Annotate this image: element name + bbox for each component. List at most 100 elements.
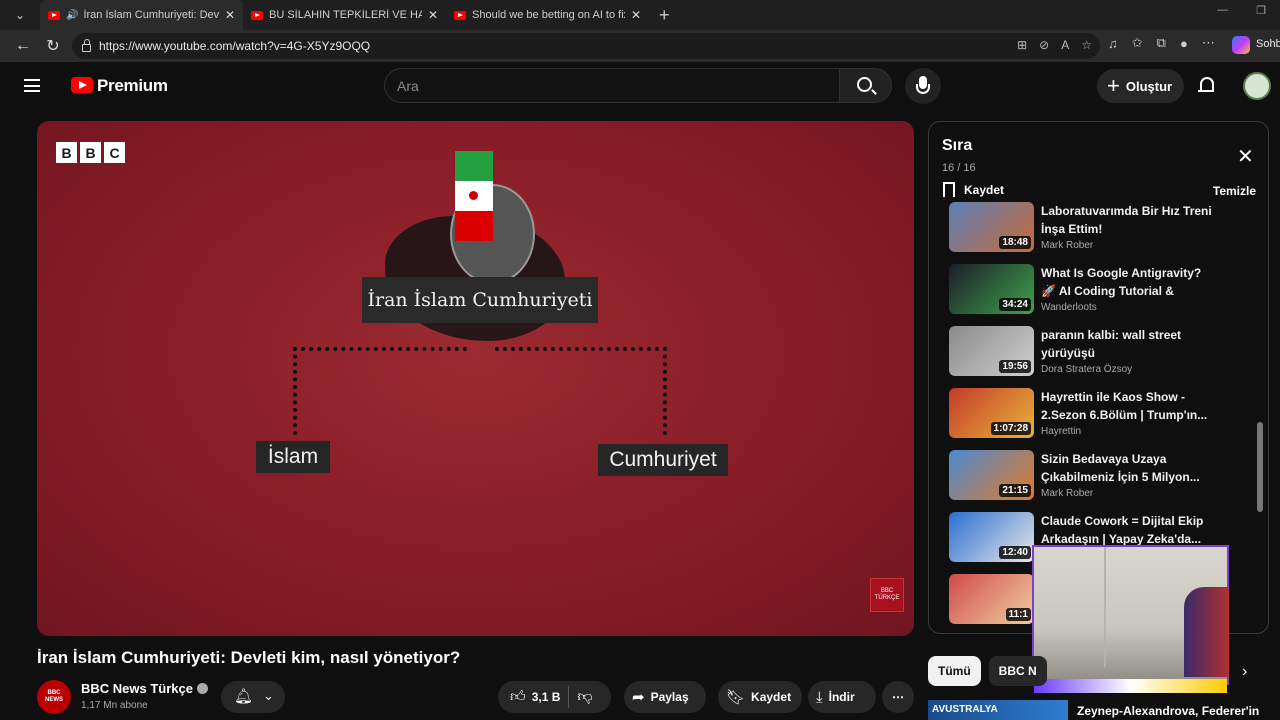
- search-button[interactable]: [839, 68, 892, 103]
- queue-item-thumbnail[interactable]: 11:1: [949, 574, 1034, 624]
- queue-item-thumbnail[interactable]: 1:07:28: [949, 388, 1034, 438]
- voice-search-mic-icon[interactable]: [905, 68, 941, 104]
- divider: [568, 686, 570, 708]
- subscribed-bell-button[interactable]: 🔔︎ ⌄: [221, 681, 285, 713]
- back-arrow-icon[interactable]: ←: [8, 37, 38, 55]
- new-tab-plus-icon[interactable]: +: [659, 5, 670, 26]
- channel-avatar-bottom: NEWS: [45, 697, 63, 703]
- tracking-icon[interactable]: ⊘: [1039, 38, 1049, 52]
- close-tab-icon[interactable]: ✕: [631, 8, 641, 22]
- channel-name[interactable]: BBC News Türkçe: [81, 681, 208, 696]
- queue-item[interactable]: 21:15 Sizin Bedavaya Uzaya Çıkabilmeniz İ…: [949, 450, 1249, 508]
- close-tab-icon[interactable]: ✕: [225, 8, 235, 22]
- app-install-icon[interactable]: ⊞: [1017, 38, 1027, 52]
- copilot-icon[interactable]: [1232, 36, 1250, 54]
- more-actions-button[interactable]: ⋯: [882, 681, 914, 713]
- profile-icon[interactable]: ●: [1180, 36, 1188, 51]
- queue-scrollbar[interactable]: [1257, 422, 1263, 512]
- queue-item-title[interactable]: Laboratuvarımda Bir Hız Treni İnşa Ettim…: [1041, 202, 1213, 238]
- tab-title: BU SİLAHIN TEPKİLERİ VE HASARI: [269, 9, 422, 21]
- queue-item-title[interactable]: What Is Google Antigravity? 🚀 AI Coding …: [1041, 264, 1213, 300]
- search-input[interactable]: Ara: [384, 68, 840, 103]
- queue-item-thumbnail[interactable]: 21:15: [949, 450, 1034, 500]
- queue-item-title[interactable]: paranın kalbi: wall street yürüyüşü: [1041, 326, 1213, 362]
- channel-avatar-top: BBC: [47, 690, 61, 697]
- bookmark-icon: [943, 182, 955, 201]
- download-label: İndir: [828, 690, 855, 704]
- favorite-star-icon[interactable]: ☆: [1081, 38, 1092, 52]
- download-button[interactable]: ⤓ İndir: [808, 681, 876, 713]
- connector-line: [495, 347, 667, 351]
- chip-all[interactable]: Tümü: [928, 656, 981, 686]
- bbc-letter: B: [80, 142, 101, 163]
- close-tab-icon[interactable]: ✕: [428, 8, 438, 22]
- reload-icon[interactable]: ↻: [38, 36, 68, 56]
- duration-badge: 19:56: [999, 360, 1031, 373]
- sidebar-label[interactable]: Sohb: [1256, 38, 1280, 50]
- queue-save-button[interactable]: Kaydet: [943, 182, 1004, 201]
- video-player[interactable]: B B C İran İslam Cumhuriyeti İslam Cumhu…: [37, 121, 914, 636]
- islam-label: İslam: [256, 441, 330, 473]
- duration-badge: 1:07:28: [990, 422, 1031, 435]
- iran-flag-icon: [455, 151, 493, 241]
- read-aloud-icon[interactable]: A: [1061, 38, 1069, 52]
- minimize-icon[interactable]: —: [1217, 4, 1228, 17]
- address-bar-row: ← ↻ https://www.youtube.com/watch?v=4G-X…: [0, 30, 1280, 62]
- save-button[interactable]: 🔖︎ Kaydet: [718, 681, 802, 713]
- speaker-icon[interactable]: 🔊: [66, 10, 78, 21]
- queue-item-title[interactable]: Claude Cowork = Dijital Ekip Arkadaşın |…: [1041, 512, 1213, 548]
- channel-avatar[interactable]: BBC NEWS: [37, 680, 71, 714]
- favorites-icon[interactable]: ✩: [1132, 35, 1143, 51]
- close-icon[interactable]: ✕: [1237, 144, 1254, 169]
- queue-item-thumbnail[interactable]: 19:56: [949, 326, 1034, 376]
- tab-3[interactable]: Should we be betting on AI to fix ✕: [446, 0, 649, 30]
- bbc-letter: C: [104, 142, 125, 163]
- chip-bbc[interactable]: BBC N: [988, 656, 1047, 686]
- queue-clear-button[interactable]: Temizle: [1213, 184, 1256, 198]
- queue-item-thumbnail[interactable]: 12:40: [949, 512, 1034, 562]
- lock-icon[interactable]: [82, 39, 91, 52]
- like-button[interactable]: 👍︎ 3,1 B: [510, 688, 560, 706]
- tab-title: İran İslam Cumhuriyeti: Devlet: [83, 9, 219, 21]
- collections-icon[interactable]: ⧉: [1157, 35, 1166, 51]
- more-menu-icon[interactable]: ⋯: [1202, 35, 1215, 51]
- queue-item[interactable]: 19:56 paranın kalbi: wall street yürüyüşü…: [949, 326, 1249, 384]
- url-text: https://www.youtube.com/watch?v=4G-X5Yz9…: [99, 39, 371, 53]
- tab-list-chevron-icon[interactable]: ⌄: [0, 0, 40, 30]
- recommendation-thumbnail[interactable]: AVUSTRALYA: [928, 700, 1068, 720]
- bbc-turkce-watermark: BBC TÜRKÇE: [870, 578, 904, 612]
- connector-line: [663, 347, 667, 435]
- extensions-icon[interactable]: ♫: [1108, 36, 1118, 51]
- youtube-premium-label[interactable]: Premium: [97, 76, 168, 96]
- tab-active[interactable]: 🔊 İran İslam Cumhuriyeti: Devlet ✕: [40, 0, 243, 30]
- duration-badge: 11:1: [1005, 608, 1031, 621]
- search-icon: [857, 77, 872, 92]
- thumbs-down-icon[interactable]: 👎︎: [577, 688, 592, 706]
- main-label: İran İslam Cumhuriyeti: [362, 277, 598, 323]
- youtube-logo-icon[interactable]: [71, 77, 93, 93]
- create-button[interactable]: + Oluştur: [1097, 69, 1184, 103]
- menu-hamburger-icon[interactable]: [24, 79, 40, 92]
- save-label: Kaydet: [751, 690, 792, 704]
- recommendation-title[interactable]: Zeynep-Alexandrova, Federer'in: [1077, 704, 1259, 718]
- chevron-right-icon[interactable]: ›: [1242, 663, 1247, 681]
- queue-item[interactable]: 34:24 What Is Google Antigravity? 🚀 AI Co…: [949, 264, 1249, 322]
- queue-item-title[interactable]: Sizin Bedavaya Uzaya Çıkabilmeniz İçin 5…: [1041, 450, 1213, 486]
- share-button[interactable]: ➦ Paylaş: [624, 681, 706, 713]
- duration-badge: 21:15: [999, 484, 1031, 497]
- queue-item-thumbnail[interactable]: 34:24: [949, 264, 1034, 314]
- queue-title: Sıra: [942, 137, 973, 154]
- maximize-icon[interactable]: ❐: [1256, 4, 1266, 17]
- queue-item[interactable]: 18:48 Laboratuvarımda Bir Hız Treni İnşa …: [949, 202, 1249, 260]
- queue-item[interactable]: 1:07:28 Hayrettin ile Kaos Show - 2.Sezon…: [949, 388, 1249, 446]
- user-avatar[interactable]: [1243, 72, 1271, 100]
- url-field[interactable]: https://www.youtube.com/watch?v=4G-X5Yz9…: [72, 33, 1100, 59]
- bookmark-icon: 🔖︎: [726, 689, 746, 706]
- youtube-favicon-icon: [48, 10, 60, 20]
- notifications-bell-icon[interactable]: [1198, 76, 1216, 96]
- tab-2[interactable]: BU SİLAHIN TEPKİLERİ VE HASARI ✕: [243, 0, 446, 30]
- queue-item-thumbnail[interactable]: 18:48: [949, 202, 1034, 252]
- connector-line: [293, 347, 467, 351]
- queue-item-title[interactable]: Hayrettin ile Kaos Show - 2.Sezon 6.Bölü…: [1041, 388, 1213, 424]
- tab-title: Should we be betting on AI to fix: [472, 9, 625, 21]
